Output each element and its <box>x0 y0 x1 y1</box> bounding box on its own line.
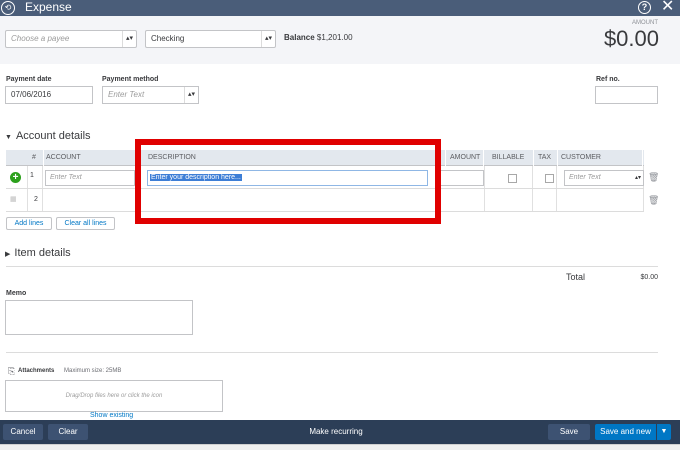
total-label: Total <box>566 272 586 282</box>
account-table-header: # ACCOUNT DESCRIPTION AMOUNT BILLABLE TA… <box>6 150 644 166</box>
account-details-toggle[interactable]: ▼ Account details <box>5 130 91 142</box>
attachments-label: Attachments <box>18 368 55 374</box>
tax-checkbox[interactable] <box>545 174 554 183</box>
balance-label: Balance <box>284 33 315 42</box>
balance-value: $1,201.00 <box>316 33 353 42</box>
cancel-button[interactable]: Cancel <box>3 424 43 440</box>
item-details-toggle[interactable]: ▶ Item details <box>5 247 71 259</box>
memo-label: Memo <box>6 290 27 297</box>
customer-select[interactable]: Enter Text ▴▾ <box>564 170 644 186</box>
caret-down-icon: ▼ <box>5 134 12 141</box>
balance-display: Balance $1,201.00 <box>284 33 353 42</box>
amount-input[interactable] <box>440 170 484 186</box>
trash-icon[interactable]: 🗑 <box>648 172 659 183</box>
drag-handle-icon[interactable]: ▦ <box>10 195 17 203</box>
chevron-down-icon[interactable]: ▼ <box>657 424 671 440</box>
description-input[interactable]: Enter your description here... <box>147 170 428 186</box>
row-number: 2 <box>34 196 38 203</box>
footer-bar: Cancel Clear Make recurring Save Save an… <box>0 420 680 444</box>
paperclip-icon: ⎘ <box>8 366 16 376</box>
caret-right-icon: ▶ <box>5 251 11 258</box>
account-input[interactable]: Enter Text <box>45 170 135 186</box>
close-icon[interactable]: ✕ <box>661 0 674 16</box>
attachments-dropzone[interactable]: Drag/Drop files here or click the icon <box>5 380 223 412</box>
ref-no-field[interactable] <box>595 86 658 104</box>
page-title: Expense <box>25 0 72 14</box>
column-header-billable: BILLABLE <box>488 150 534 166</box>
trash-icon[interactable]: 🗑 <box>648 195 659 206</box>
payee-band: Choose a payee ▴▾ Checking ▴▾ Balance $1… <box>0 16 680 64</box>
payee-select[interactable]: Choose a payee ▴▾ <box>5 30 137 48</box>
clear-button[interactable]: Clear <box>48 424 88 440</box>
make-recurring-button[interactable]: Make recurring <box>296 424 376 440</box>
column-header-customer: CUSTOMER <box>557 150 643 166</box>
save-and-new-button[interactable]: Save and new <box>595 424 656 440</box>
chevron-down-icon[interactable]: ▴▾ <box>261 31 275 47</box>
billable-checkbox[interactable] <box>508 174 517 183</box>
column-header-amount: AMOUNT <box>446 150 484 166</box>
chevron-down-icon[interactable]: ▴▾ <box>635 171 641 185</box>
chevron-down-icon[interactable]: ▴▾ <box>184 87 198 103</box>
column-header-description: DESCRIPTION <box>144 150 446 166</box>
account-select[interactable]: Checking ▴▾ <box>145 30 276 48</box>
chevron-down-icon[interactable]: ▴▾ <box>122 31 136 47</box>
memo-textarea[interactable] <box>5 300 193 335</box>
clear-all-lines-button[interactable]: Clear all lines <box>56 217 115 230</box>
attachments-max-size: Maximum size: 25MB <box>64 368 122 374</box>
clock-history-icon[interactable]: ⟲ <box>1 1 15 15</box>
title-bar: ⟲ Expense ? ✕ <box>0 0 680 16</box>
payment-date-label: Payment date <box>6 76 52 83</box>
save-button[interactable]: Save <box>548 424 590 440</box>
row-number: 1 <box>30 172 34 179</box>
show-existing-link[interactable]: Show existing <box>90 412 133 419</box>
ref-no-label: Ref no. <box>596 76 620 83</box>
bottom-strip <box>0 444 680 450</box>
payment-method-label: Payment method <box>102 76 159 83</box>
payment-method-select[interactable]: Enter Text ▴▾ <box>102 86 199 104</box>
help-circle-icon[interactable]: ? <box>638 1 651 14</box>
add-line-icon[interactable]: + <box>10 172 21 183</box>
column-header-tax: TAX <box>534 150 558 166</box>
total-value: $0.00 <box>640 274 658 281</box>
column-header-account: ACCOUNT <box>42 150 137 166</box>
table-row: ▦ 2 🗑 <box>6 189 659 212</box>
amount-total: $0.00 <box>603 26 659 51</box>
payment-date-field[interactable]: 07/06/2016 <box>5 86 93 104</box>
add-lines-button[interactable]: Add lines <box>6 217 52 230</box>
